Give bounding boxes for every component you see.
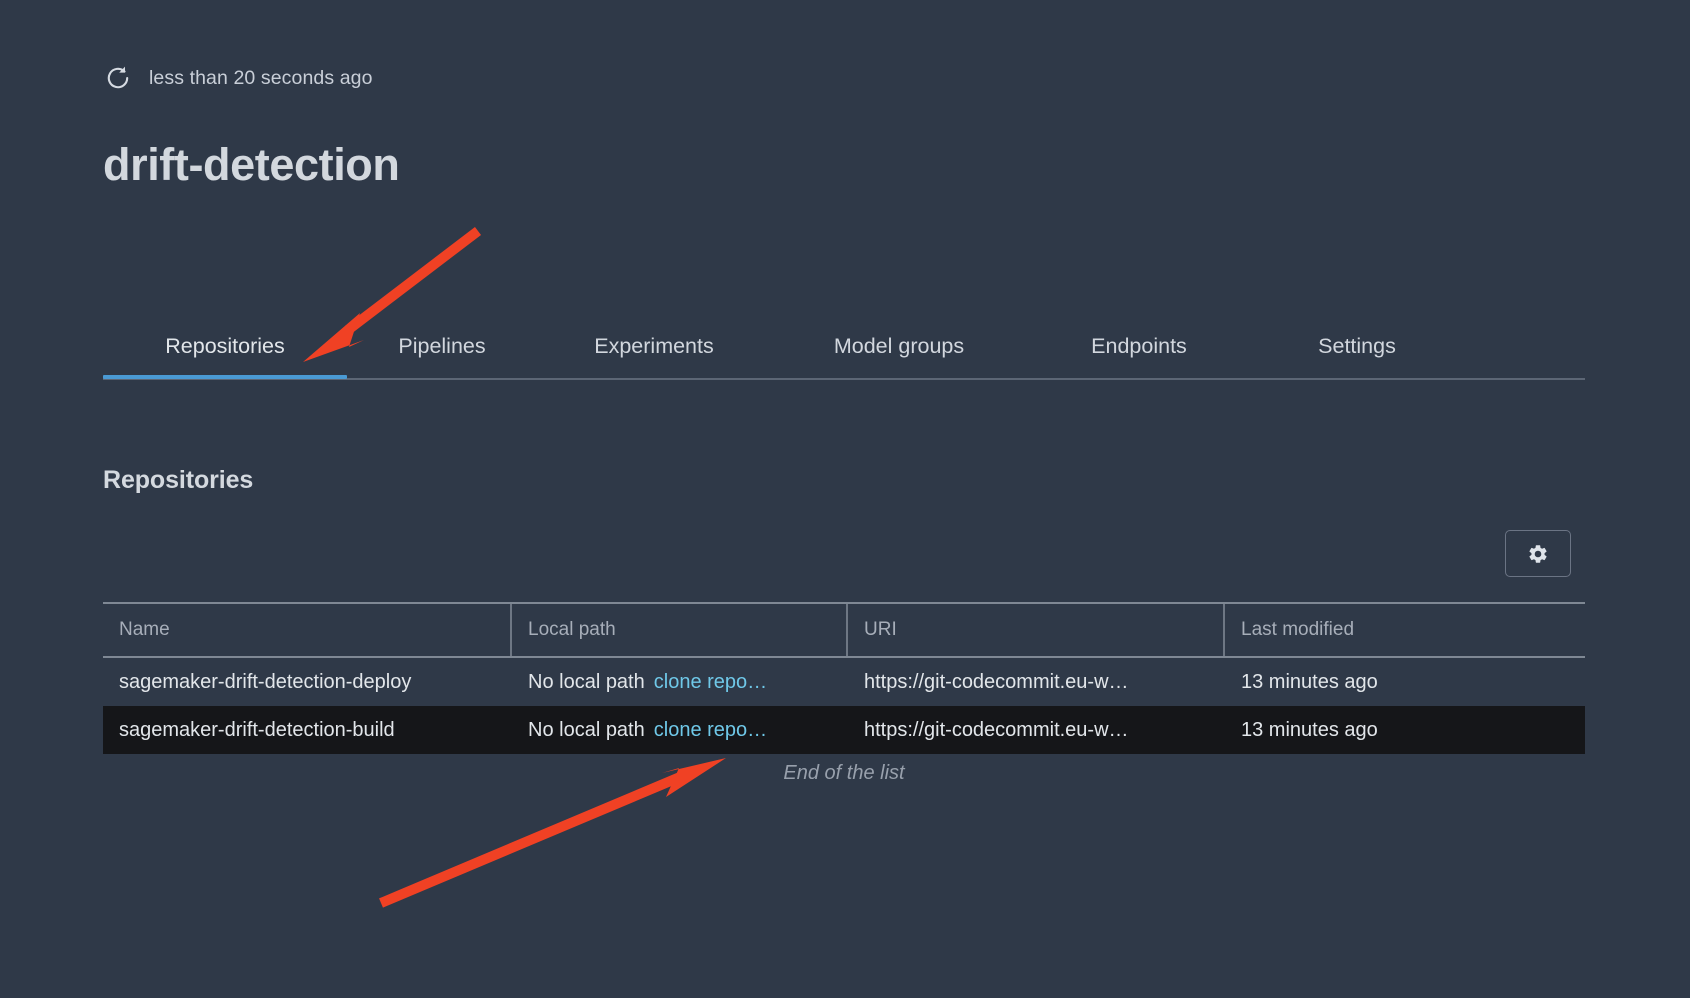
cell-uri: https://git-codecommit.eu-w… <box>864 718 1129 741</box>
end-of-list-label: End of the list <box>783 762 905 784</box>
local-path-text: No local path <box>528 670 645 693</box>
repositories-table: Name Local path URI Last modified sagema… <box>103 602 1585 754</box>
table-row[interactable]: sagemaker-drift-detection-deploy No loca… <box>103 658 1585 706</box>
column-header-local-path[interactable]: Local path <box>512 604 848 656</box>
cell-last-modified: 13 minutes ago <box>1241 718 1378 741</box>
refresh-timestamp: less than 20 seconds ago <box>149 66 373 89</box>
cell-name: sagemaker-drift-detection-deploy <box>119 670 412 693</box>
column-header-last-modified[interactable]: Last modified <box>1225 604 1585 656</box>
cell-last-modified: 13 minutes ago <box>1241 670 1378 693</box>
column-header-uri[interactable]: URI <box>848 604 1225 656</box>
clone-repo-link[interactable]: clone repo… <box>654 719 767 742</box>
table-settings-button[interactable] <box>1505 530 1571 577</box>
cell-local-path: No local path clone repo… <box>512 671 848 694</box>
cell-local-path: No local path clone repo… <box>512 719 848 742</box>
app-root: less than 20 seconds ago drift-detection… <box>0 0 1690 998</box>
gear-icon <box>1527 543 1549 565</box>
column-header-name[interactable]: Name <box>103 604 512 656</box>
page-title: drift-detection <box>103 139 400 190</box>
tab-bar: Repositories Pipelines Experiments Model… <box>103 318 1585 380</box>
tab-repositories[interactable]: Repositories <box>103 318 347 378</box>
section-title: Repositories <box>103 466 254 494</box>
tab-endpoints[interactable]: Endpoints <box>1039 318 1239 377</box>
tab-experiments[interactable]: Experiments <box>549 318 759 377</box>
clone-repo-link[interactable]: clone repo… <box>654 671 767 694</box>
table-row[interactable]: sagemaker-drift-detection-build No local… <box>103 706 1585 754</box>
tab-pipelines[interactable]: Pipelines <box>347 318 537 377</box>
cell-name: sagemaker-drift-detection-build <box>119 718 395 741</box>
refresh-icon[interactable] <box>105 65 131 91</box>
table-header-row: Name Local path URI Last modified <box>103 602 1585 658</box>
tab-model-groups[interactable]: Model groups <box>789 318 1009 377</box>
local-path-text: No local path <box>528 718 645 741</box>
tab-settings[interactable]: Settings <box>1267 318 1447 377</box>
cell-uri: https://git-codecommit.eu-w… <box>864 670 1129 693</box>
refresh-row: less than 20 seconds ago <box>105 58 373 98</box>
